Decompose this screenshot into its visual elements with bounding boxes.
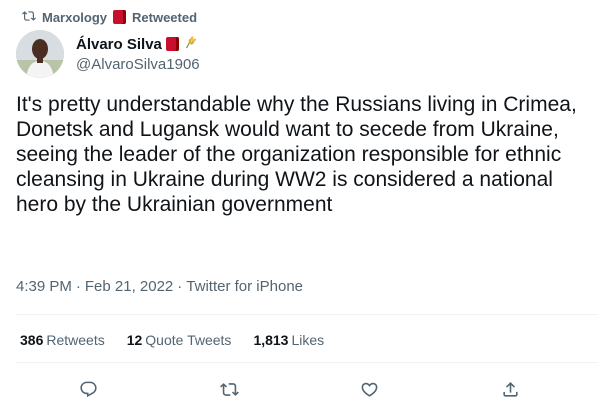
avatar[interactable] <box>16 30 64 78</box>
tweet-time[interactable]: 4:39 PM <box>16 278 72 295</box>
tweet-meta: 4:39 PM · Feb 21, 2022 · Twitter for iPh… <box>16 278 303 295</box>
retweet-icon <box>219 382 239 396</box>
tweet-text: It's pretty understandable why the Russi… <box>16 93 577 216</box>
tweet-source[interactable]: Twitter for iPhone <box>186 278 303 295</box>
reply-button[interactable] <box>77 378 99 400</box>
retweets-count: 386 <box>20 332 44 348</box>
retweet-banner: Marxology Retweeted <box>22 8 197 26</box>
tweet-stats: 386 Retweets 12 Quote Tweets 1,813 Likes <box>20 332 324 348</box>
tweet-date[interactable]: Feb 21, 2022 <box>85 278 173 295</box>
red-book-emoji <box>165 37 179 51</box>
quotes-stat[interactable]: 12 Quote Tweets <box>127 332 232 348</box>
author-handle[interactable]: @AlvaroSilva1906 <box>76 56 200 73</box>
share-button[interactable] <box>499 378 521 400</box>
likes-stat[interactable]: 1,813 Likes <box>253 332 324 348</box>
red-book-emoji <box>113 10 127 24</box>
divider <box>16 362 598 363</box>
retweeter-name[interactable]: Marxology <box>42 10 107 25</box>
author-block: Álvaro Silva @AlvaroSilva1906 <box>76 34 200 74</box>
retweeted-label: Retweeted <box>132 9 198 25</box>
heart-icon <box>361 382 377 397</box>
quotes-label: Quote Tweets <box>145 332 232 348</box>
meta-separator: · <box>75 278 81 295</box>
retweets-stat[interactable]: 386 Retweets <box>20 332 105 348</box>
action-bar <box>0 376 598 404</box>
reply-icon <box>79 381 97 397</box>
likes-label: Likes <box>291 332 325 348</box>
retweets-label: Retweets <box>46 332 105 348</box>
wheat-emoji <box>183 34 197 54</box>
likes-count: 1,813 <box>253 332 289 348</box>
quotes-count: 12 <box>126 332 143 348</box>
divider <box>16 314 598 315</box>
retweet-button[interactable] <box>218 378 240 400</box>
avatar-image <box>16 30 64 78</box>
retweet-icon <box>22 9 36 26</box>
share-icon <box>502 381 518 397</box>
meta-separator: · <box>177 278 183 295</box>
like-button[interactable] <box>358 378 380 400</box>
author-name-row: Álvaro Silva <box>76 34 200 54</box>
author-name[interactable]: Álvaro Silva <box>76 36 162 53</box>
